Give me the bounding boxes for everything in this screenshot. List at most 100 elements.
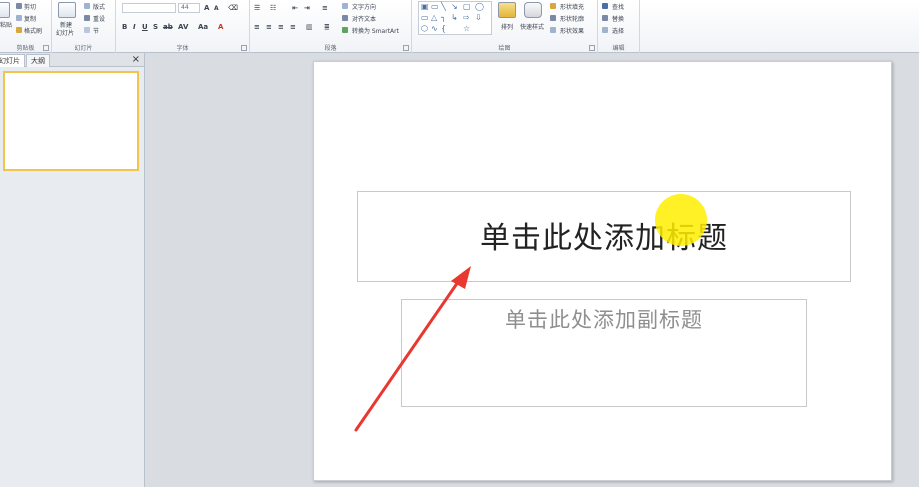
subtitle-placeholder[interactable]: 单击此处添加副标题 xyxy=(401,299,807,407)
align-left-button[interactable]: ≡ xyxy=(254,23,260,31)
paragraph-group: ☰ ☷ ⇤ ⇥ ≡ ≡ ≡ ≡ ≡ ▥ ≣ 文字方向 对齐文本 转换为 Smar… xyxy=(250,0,412,53)
columns-button[interactable]: ▥ xyxy=(306,23,313,31)
tab-slides[interactable]: 幻灯片 xyxy=(0,54,25,67)
slides-group-label: 幻灯片 xyxy=(74,45,93,52)
font-color-button[interactable]: A xyxy=(218,23,223,31)
select-icon xyxy=(602,27,608,33)
rounded-rect-shape-icon[interactable]: ▭ xyxy=(421,14,429,22)
new-slide-label[interactable]: 幻灯片 xyxy=(56,28,74,37)
clear-format-button[interactable]: ⌫ xyxy=(228,4,238,12)
font-size-value: 44 xyxy=(181,4,189,11)
shapes-gallery[interactable]: ▣ ▭ ╲ ↘ ▢ ◯ ▭ △ ┐ ↳ ⇨ ⇩ ⬡ ∿ { ☆ xyxy=(418,1,492,35)
editing-group: 查找 替换 选择 编辑 xyxy=(598,0,640,53)
bold-button[interactable]: B xyxy=(122,23,127,31)
new-slide-icon[interactable] xyxy=(58,2,76,18)
arrow-line-shape-icon[interactable]: ↘ xyxy=(451,3,458,11)
text-direction-button[interactable]: 文字方向 xyxy=(352,2,376,11)
spacing-button[interactable]: AV xyxy=(178,23,188,31)
clipboard-launcher[interactable] xyxy=(43,45,49,51)
shape-outline-icon xyxy=(550,15,556,21)
paragraph-launcher[interactable] xyxy=(403,45,409,51)
down-arrow-shape-icon[interactable]: ⇩ xyxy=(475,14,482,22)
line-spacing-button[interactable]: ≡ xyxy=(322,4,328,12)
layout-button[interactable]: 版式 xyxy=(93,2,105,11)
layout-icon xyxy=(84,3,90,9)
close-panel-icon[interactable]: × xyxy=(132,53,140,66)
smartart-icon xyxy=(342,27,348,33)
copy-button[interactable]: 复制 xyxy=(24,14,36,23)
replace-button[interactable]: 替换 xyxy=(612,14,624,23)
section-button[interactable]: 节 xyxy=(93,26,99,35)
line-shape-icon[interactable]: ╲ xyxy=(441,3,446,11)
ribbon: 粘贴 剪切 复制 格式刷 剪贴板 新建 幻灯片 版式 重设 节 幻灯片 44 A… xyxy=(0,0,919,53)
strike-button[interactable]: ab xyxy=(163,23,173,31)
shape-outline-button[interactable]: 形状轮廓 xyxy=(560,14,584,23)
hexagon-shape-icon[interactable]: ⬡ xyxy=(421,25,428,33)
rectangle-shape-icon[interactable]: ▢ xyxy=(463,3,471,11)
paste-icon[interactable] xyxy=(0,2,10,18)
title-placeholder[interactable]: 单击此处添加标题 xyxy=(357,191,851,282)
format-painter-button[interactable]: 格式刷 xyxy=(24,26,42,35)
subtitle-placeholder-text: 单击此处添加副标题 xyxy=(505,308,703,332)
slide-editor: 单击此处添加标题 单击此处添加副标题 xyxy=(146,53,919,487)
section-icon xyxy=(84,27,90,33)
font-name-combo[interactable] xyxy=(122,3,176,13)
select-button[interactable]: 选择 xyxy=(612,26,624,35)
shape-fill-icon xyxy=(550,3,556,9)
distribute-button[interactable]: ≣ xyxy=(324,23,330,31)
underline-button[interactable]: U xyxy=(142,23,148,31)
drawing-launcher[interactable] xyxy=(589,45,595,51)
copy-icon xyxy=(16,15,22,21)
paragraph-group-label: 段落 xyxy=(324,45,337,52)
drawing-group-label: 绘图 xyxy=(498,45,511,52)
panel-tabs: 幻灯片 大纲 × xyxy=(0,53,144,67)
increase-indent-button[interactable]: ⇥ xyxy=(304,4,310,12)
shape-fill-button[interactable]: 形状填充 xyxy=(560,2,584,11)
reset-button[interactable]: 重设 xyxy=(93,14,105,23)
triangle-shape-icon[interactable]: △ xyxy=(431,14,437,22)
italic-button[interactable]: I xyxy=(133,23,136,31)
arrange-icon[interactable] xyxy=(498,2,516,18)
curve-shape-icon[interactable]: ∿ xyxy=(431,25,438,33)
arrange-button[interactable]: 排列 xyxy=(501,22,513,31)
elbow-shape-icon[interactable]: ↳ xyxy=(451,14,458,22)
paste-button[interactable]: 粘贴 xyxy=(0,20,12,29)
align-right-button[interactable]: ≡ xyxy=(278,23,284,31)
numbering-button[interactable]: ☷ xyxy=(270,4,276,12)
oval-shape-icon[interactable]: ◯ xyxy=(475,3,484,11)
cut-button[interactable]: 剪切 xyxy=(24,2,36,11)
align-text-button[interactable]: 对齐文本 xyxy=(352,14,376,23)
smartart-button[interactable]: 转换为 SmartArt xyxy=(352,26,399,35)
justify-button[interactable]: ≡ xyxy=(290,23,296,31)
grow-font-button[interactable]: A xyxy=(204,4,209,12)
slides-panel: 幻灯片 大纲 × xyxy=(0,53,145,487)
align-center-button[interactable]: ≡ xyxy=(266,23,272,31)
change-case-button[interactable]: Aa xyxy=(198,23,208,31)
slide-thumbnail[interactable] xyxy=(3,71,139,171)
rect-shape-icon[interactable]: ▭ xyxy=(431,3,439,11)
brace-shape-icon[interactable]: { xyxy=(441,25,446,33)
textbox-shape-icon[interactable]: ▣ xyxy=(421,3,429,11)
cut-icon xyxy=(16,3,22,9)
shrink-font-button[interactable]: A xyxy=(214,5,219,12)
font-launcher[interactable] xyxy=(241,45,247,51)
clipboard-group: 粘贴 剪切 复制 格式刷 剪贴板 xyxy=(0,0,52,53)
right-arrow-shape-icon[interactable]: ⇨ xyxy=(463,14,470,22)
decrease-indent-button[interactable]: ⇤ xyxy=(292,4,298,12)
shape-effects-button[interactable]: 形状效果 xyxy=(560,26,584,35)
shadow-button[interactable]: S xyxy=(153,23,158,31)
star-shape-icon[interactable]: ☆ xyxy=(463,25,470,33)
tab-outline[interactable]: 大纲 xyxy=(26,54,50,67)
quick-styles-icon[interactable] xyxy=(524,2,542,18)
font-size-combo[interactable]: 44 xyxy=(178,3,200,13)
bullets-button[interactable]: ☰ xyxy=(254,4,260,12)
replace-icon xyxy=(602,15,608,21)
align-text-icon xyxy=(342,15,348,21)
quick-styles-button[interactable]: 快速样式 xyxy=(520,22,544,31)
text-direction-icon xyxy=(342,3,348,9)
connector-shape-icon[interactable]: ┐ xyxy=(441,14,446,22)
shape-effects-icon xyxy=(550,27,556,33)
find-button[interactable]: 查找 xyxy=(612,2,624,11)
find-icon xyxy=(602,3,608,9)
slide[interactable]: 单击此处添加标题 单击此处添加副标题 xyxy=(313,61,892,481)
